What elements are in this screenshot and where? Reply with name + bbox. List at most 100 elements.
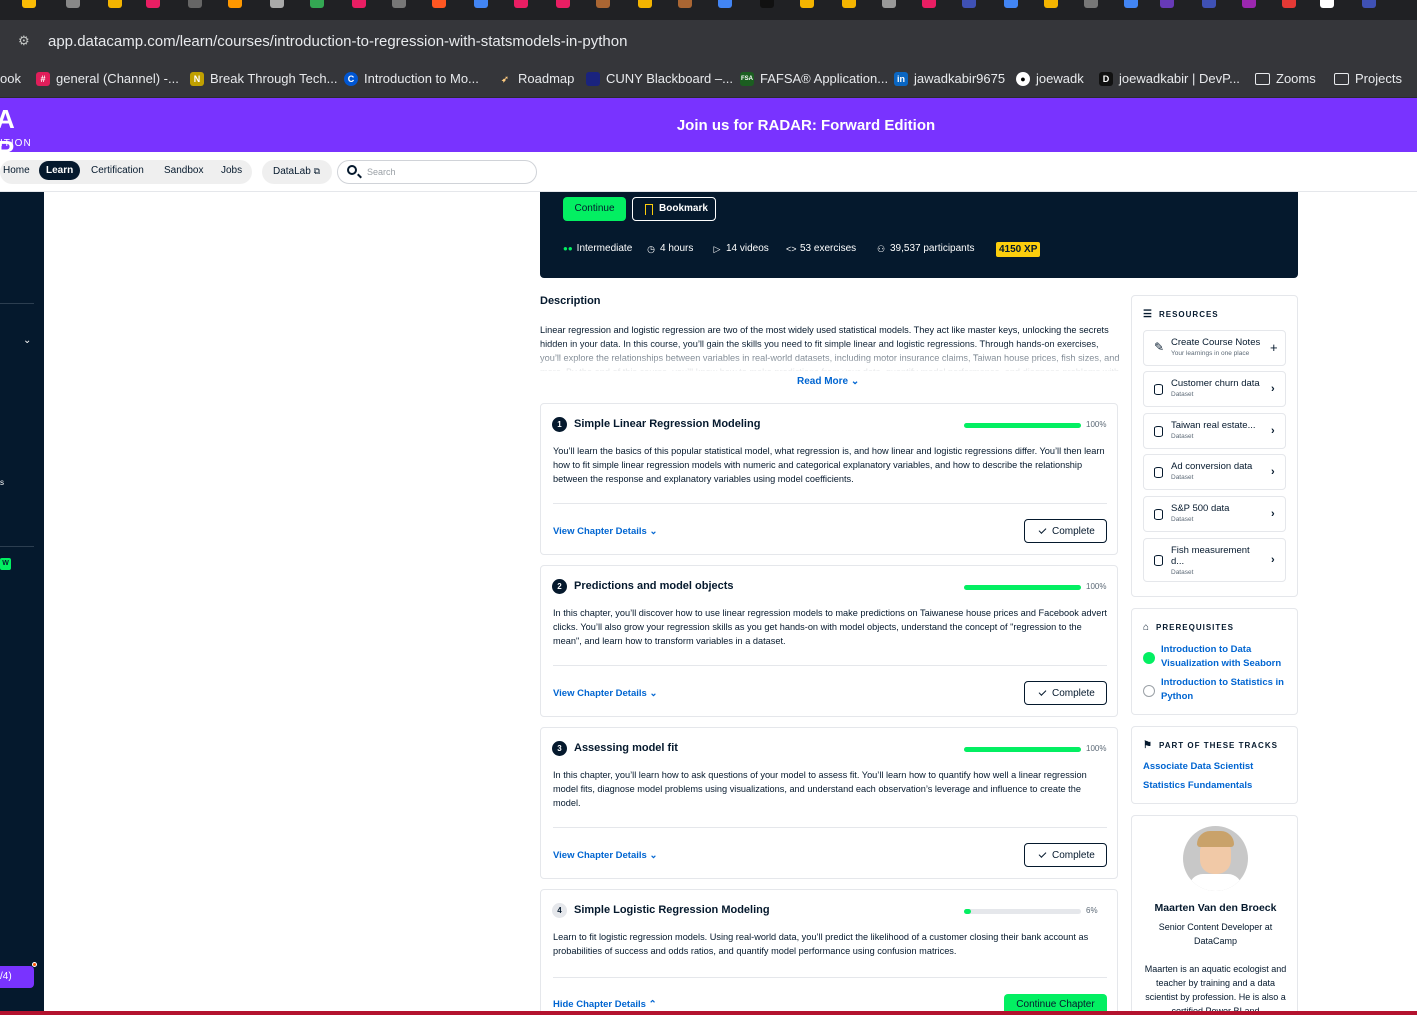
tab-favicon[interactable] xyxy=(1242,0,1256,8)
sidebar-divider xyxy=(0,546,34,547)
bookmark-item[interactable]: ook xyxy=(0,71,21,86)
tab-favicon[interactable] xyxy=(922,0,936,8)
resource-item[interactable]: Taiwan real estate... Dataset › xyxy=(1143,413,1286,449)
view-chapter-details-link[interactable]: View Chapter Details ⌄ xyxy=(553,850,657,861)
continue-button[interactable]: Continue xyxy=(563,197,626,221)
database-icon xyxy=(1154,555,1163,566)
chapter-number: 1 xyxy=(552,417,567,432)
tab-favicon[interactable] xyxy=(678,0,692,8)
plus-icon[interactable]: + xyxy=(1270,340,1278,355)
hide-chapter-details-link[interactable]: Hide Chapter Details ⌃ xyxy=(553,999,657,1010)
tab-favicon[interactable] xyxy=(1044,0,1058,8)
sidebar-progress-button[interactable]: /4) xyxy=(0,966,34,988)
tab-favicon[interactable] xyxy=(108,0,122,8)
sidebar-badge: W xyxy=(0,558,11,570)
bookmark-item[interactable]: Projects xyxy=(1334,71,1402,86)
resources-title: ☰ RESOURCES xyxy=(1143,309,1219,320)
search-input[interactable]: Search xyxy=(337,160,537,184)
resource-item[interactable]: Customer churn data Dataset › xyxy=(1143,371,1286,407)
bookmark-item[interactable]: ➶ Roadmap xyxy=(498,71,574,86)
tab-favicon[interactable] xyxy=(474,0,488,8)
tab-favicon[interactable] xyxy=(718,0,732,8)
bookmark-item[interactable]: Djoewadkabir | DevP... xyxy=(1099,71,1240,86)
tab-favicon[interactable] xyxy=(800,0,814,8)
bookmark-item[interactable]: N Break Through Tech... xyxy=(190,71,337,86)
tab-favicon[interactable] xyxy=(66,0,80,8)
nav-learn[interactable]: Learn xyxy=(39,161,81,180)
chapter-title[interactable]: Simple Logistic Regression Modeling xyxy=(574,904,770,916)
github-icon: ● xyxy=(1016,71,1030,86)
chapter-title[interactable]: Simple Linear Regression Modeling xyxy=(574,418,760,430)
prerequisite-link[interactable]: Introduction to Statistics in Python xyxy=(1161,676,1289,704)
tab-favicon[interactable] xyxy=(1124,0,1138,8)
bookmark-item[interactable]: C Introduction to Mo... xyxy=(344,71,479,86)
tab-favicon[interactable] xyxy=(392,0,406,8)
bookmark-item[interactable]: CUNY Blackboard –... xyxy=(586,71,733,86)
tab-favicon[interactable] xyxy=(270,0,284,8)
bookmark-item[interactable]: # general (Channel) -... xyxy=(36,71,179,86)
chapter-title[interactable]: Predictions and model objects xyxy=(574,580,734,592)
tab-favicon[interactable] xyxy=(1320,0,1334,8)
banner-message[interactable]: Join us for RADAR: Forward Edition xyxy=(0,117,1417,134)
clock-icon: ◷ xyxy=(647,243,655,254)
resource-item[interactable]: Fish measurement d... Dataset › xyxy=(1143,538,1286,582)
chevron-down-icon[interactable]: ⌄ xyxy=(23,335,31,346)
nav-home[interactable]: Home xyxy=(3,165,30,176)
fsa-icon: FSA xyxy=(740,71,754,86)
read-more-button[interactable]: Read More ⌄ xyxy=(797,376,859,387)
tab-favicon[interactable] xyxy=(1084,0,1098,8)
tab-favicon[interactable] xyxy=(432,0,446,8)
resource-create-notes[interactable]: ✎ Create Course Notes Your learnings in … xyxy=(1143,330,1286,366)
instructor-name[interactable]: Maarten Van den Broeck xyxy=(1132,902,1297,914)
nav-datalab[interactable]: DataLab ⧉ xyxy=(262,160,332,184)
complete-button[interactable]: Complete xyxy=(1024,843,1107,867)
tab-favicon[interactable] xyxy=(188,0,202,8)
chevron-right-icon: › xyxy=(1271,466,1275,478)
bookmark-item[interactable]: FSA FAFSA® Application... xyxy=(740,71,888,86)
notification-dot xyxy=(32,962,37,967)
complete-button[interactable]: Complete xyxy=(1024,681,1107,705)
tab-favicon[interactable] xyxy=(514,0,528,8)
bookmark-item[interactable]: in jawadkabir9675 xyxy=(894,71,1005,86)
resource-item[interactable]: S&P 500 data Dataset › xyxy=(1143,496,1286,532)
sidebar-marker: s xyxy=(0,478,4,487)
tab-favicon[interactable] xyxy=(310,0,324,8)
tab-favicon[interactable] xyxy=(1362,0,1376,8)
url-field[interactable]: app.datacamp.com/learn/courses/introduct… xyxy=(48,33,627,50)
graduation-cap-icon: ⌂ xyxy=(1143,622,1151,633)
resource-item[interactable]: Ad conversion data Dataset › xyxy=(1143,454,1286,490)
bookmark-item[interactable]: ● joewadk xyxy=(1016,71,1084,86)
tab-favicon[interactable] xyxy=(556,0,570,8)
track-link[interactable]: Statistics Fundamentals xyxy=(1143,780,1252,791)
tab-favicon[interactable] xyxy=(842,0,856,8)
nav-sandbox[interactable]: Sandbox xyxy=(164,165,203,176)
chapter-title[interactable]: Assessing model fit xyxy=(574,742,678,754)
tab-favicon[interactable] xyxy=(352,0,366,8)
tab-favicon[interactable] xyxy=(882,0,896,8)
complete-button[interactable]: Complete xyxy=(1024,519,1107,543)
level-meta: ●● Intermediate xyxy=(563,243,633,254)
track-link[interactable]: Associate Data Scientist xyxy=(1143,761,1253,772)
chapter-card: 3 Assessing model fit 100% In this chapt… xyxy=(540,727,1118,879)
tab-favicon[interactable] xyxy=(146,0,160,8)
tab-favicon[interactable] xyxy=(1282,0,1296,8)
tab-favicon[interactable] xyxy=(760,0,774,8)
tab-favicon[interactable] xyxy=(638,0,652,8)
tab-favicon[interactable] xyxy=(22,0,36,8)
view-chapter-details-link[interactable]: View Chapter Details ⌄ xyxy=(553,526,657,537)
tab-favicon[interactable] xyxy=(962,0,976,8)
tab-favicon[interactable] xyxy=(596,0,610,8)
tab-favicon[interactable] xyxy=(1160,0,1174,8)
promo-banner[interactable]: A R ITION Join us for RADAR: Forward Edi… xyxy=(0,98,1417,165)
tab-favicon[interactable] xyxy=(228,0,242,8)
tab-favicon[interactable] xyxy=(1004,0,1018,8)
nav-jobs[interactable]: Jobs xyxy=(221,165,242,176)
bookmark-item[interactable]: Zooms xyxy=(1255,71,1316,86)
nav-certification[interactable]: Certification xyxy=(91,165,144,176)
view-chapter-details-link[interactable]: View Chapter Details ⌄ xyxy=(553,688,657,699)
check-icon xyxy=(1038,688,1047,696)
site-settings-icon[interactable]: ⚙ xyxy=(18,33,36,49)
bookmark-button[interactable]: Bookmark xyxy=(632,197,716,221)
tab-favicon[interactable] xyxy=(1202,0,1216,8)
prerequisite-link[interactable]: Introduction to Data Visualization with … xyxy=(1161,643,1289,671)
